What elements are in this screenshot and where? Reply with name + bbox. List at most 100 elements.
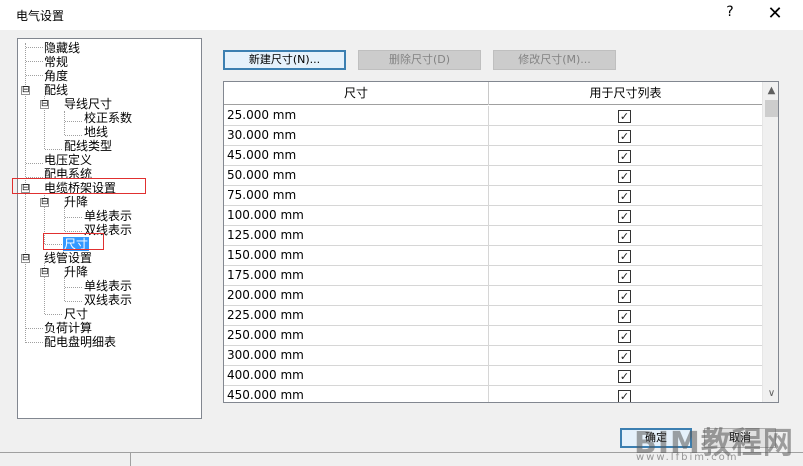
tree-item-correction-factor[interactable]: 校正系数 — [83, 111, 133, 125]
use-cell: ✓ — [489, 106, 762, 126]
tree-item-wiring[interactable]: 配线 — [43, 83, 69, 97]
table-row[interactable]: 30.000 mm ✓ — [224, 126, 762, 146]
close-button[interactable]: ✕ — [762, 2, 788, 26]
table-row[interactable]: 250.000 mm ✓ — [224, 326, 762, 346]
tree-item-panel-schedules[interactable]: 配电盘明细表 — [43, 335, 117, 349]
size-cell[interactable]: 150.000 mm — [224, 246, 489, 266]
tree-item-label: 导线尺寸 — [64, 97, 113, 111]
use-cell: ✓ — [489, 206, 762, 226]
table-row[interactable]: 150.000 mm ✓ — [224, 246, 762, 266]
table-row[interactable]: 25.000 mm ✓ — [224, 106, 762, 126]
tree-item-label: 电压定义 — [44, 153, 93, 167]
use-cell: ✓ — [489, 366, 762, 386]
table-row[interactable]: 45.000 mm ✓ — [224, 146, 762, 166]
size-cell[interactable]: 175.000 mm — [224, 266, 489, 286]
table-row[interactable]: 200.000 mm ✓ — [224, 286, 762, 306]
collapse-icon[interactable]: ⊟ — [21, 86, 30, 95]
tree-item-conduit-settings[interactable]: 线管设置 — [43, 251, 93, 265]
table-row[interactable]: 450.000 mm ✓ — [224, 386, 762, 402]
tree-item-load-calculations[interactable]: 负荷计算 — [43, 321, 93, 335]
use-cell: ✓ — [489, 226, 762, 246]
size-cell[interactable]: 300.000 mm — [224, 346, 489, 366]
scroll-down-icon[interactable]: ∨ — [763, 385, 778, 402]
collapse-icon[interactable]: ⊟ — [40, 198, 49, 207]
use-checkbox[interactable]: ✓ — [618, 190, 631, 203]
use-checkbox[interactable]: ✓ — [618, 150, 631, 163]
new-size-button[interactable]: 新建尺寸(N)... — [223, 50, 346, 70]
tree-item-two-line[interactable]: 双线表示 — [83, 293, 133, 307]
use-cell: ✓ — [489, 166, 762, 186]
tree-line — [26, 75, 43, 76]
highlight-box — [12, 178, 146, 194]
use-checkbox[interactable]: ✓ — [618, 110, 631, 123]
use-checkbox[interactable]: ✓ — [618, 310, 631, 323]
modify-size-button[interactable]: 修改尺寸(M)... — [493, 50, 616, 70]
tree-item-wire-sizes[interactable]: 导线尺寸 — [63, 97, 113, 111]
use-checkbox[interactable]: ✓ — [618, 230, 631, 243]
size-cell[interactable]: 200.000 mm — [224, 286, 489, 306]
tree-item-label: 升降 — [64, 195, 89, 209]
tree-item-single-line[interactable]: 单线表示 — [83, 279, 133, 293]
size-cell[interactable]: 450.000 mm — [224, 386, 489, 402]
use-checkbox[interactable]: ✓ — [618, 350, 631, 363]
use-checkbox[interactable]: ✓ — [618, 370, 631, 383]
tree-item-rise-drop[interactable]: 升降 — [63, 195, 89, 209]
tree-item-sizes[interactable]: 尺寸 — [63, 307, 89, 321]
size-cell[interactable]: 100.000 mm — [224, 206, 489, 226]
tree-item-ground[interactable]: 地线 — [83, 125, 109, 139]
tree-item-wiring-types[interactable]: 配线类型 — [63, 139, 113, 153]
use-checkbox[interactable]: ✓ — [618, 250, 631, 263]
use-checkbox[interactable]: ✓ — [618, 210, 631, 223]
use-checkbox[interactable]: ✓ — [618, 290, 631, 303]
tree-line — [26, 61, 43, 62]
size-cell[interactable]: 25.000 mm — [224, 106, 489, 126]
tree-item-rise-drop[interactable]: 升降 — [63, 265, 89, 279]
use-checkbox[interactable]: ✓ — [618, 330, 631, 343]
column-header-size[interactable]: 尺寸 — [224, 82, 489, 105]
use-checkbox[interactable]: ✓ — [618, 130, 631, 143]
size-cell[interactable]: 125.000 mm — [224, 226, 489, 246]
tree-item-general[interactable]: 常规 — [43, 55, 69, 69]
help-button[interactable]: ? — [722, 4, 738, 24]
tree-line — [26, 47, 43, 48]
use-cell: ✓ — [489, 266, 762, 286]
size-cell[interactable]: 225.000 mm — [224, 306, 489, 326]
use-checkbox[interactable]: ✓ — [618, 390, 631, 402]
collapse-icon[interactable]: ⊟ — [40, 268, 49, 277]
window-title: 电气设置 — [16, 9, 65, 23]
tree-item-angles[interactable]: 角度 — [43, 69, 69, 83]
table-row[interactable]: 125.000 mm ✓ — [224, 226, 762, 246]
table-row[interactable]: 175.000 mm ✓ — [224, 266, 762, 286]
tree-line — [65, 135, 82, 136]
use-checkbox[interactable]: ✓ — [618, 170, 631, 183]
size-cell[interactable]: 250.000 mm — [224, 326, 489, 346]
delete-size-button[interactable]: 删除尺寸(D) — [358, 50, 481, 70]
collapse-icon[interactable]: ⊟ — [40, 100, 49, 109]
table-row[interactable]: 50.000 mm ✓ — [224, 166, 762, 186]
table-row[interactable]: 225.000 mm ✓ — [224, 306, 762, 326]
vertical-scrollbar[interactable]: ▲ ∨ — [762, 82, 778, 402]
table-row[interactable]: 75.000 mm ✓ — [224, 186, 762, 206]
tree-item-label: 配电盘明细表 — [44, 335, 117, 349]
tree-item-single-line[interactable]: 单线表示 — [83, 209, 133, 223]
table-row[interactable]: 300.000 mm ✓ — [224, 346, 762, 366]
use-checkbox[interactable]: ✓ — [618, 270, 631, 283]
scroll-thumb[interactable] — [765, 100, 778, 117]
size-cell[interactable]: 50.000 mm — [224, 166, 489, 186]
size-cell[interactable]: 75.000 mm — [224, 186, 489, 206]
table-row[interactable]: 100.000 mm ✓ — [224, 206, 762, 226]
tree-item-label: 隐藏线 — [44, 41, 81, 55]
table-row[interactable]: 400.000 mm ✓ — [224, 366, 762, 386]
tree-item-hidden-line[interactable]: 隐藏线 — [43, 41, 81, 55]
tree-item-voltage-definitions[interactable]: 电压定义 — [43, 153, 93, 167]
sizes-grid[interactable]: 尺寸 用于尺寸列表 25.000 mm ✓ 30.000 mm ✓ 45.000 m… — [223, 81, 779, 403]
tree-item-label: 常规 — [44, 55, 69, 69]
use-cell: ✓ — [489, 146, 762, 166]
size-cell[interactable]: 45.000 mm — [224, 146, 489, 166]
collapse-icon[interactable]: ⊟ — [21, 254, 30, 263]
size-cell[interactable]: 30.000 mm — [224, 126, 489, 146]
settings-tree[interactable]: 隐藏线 常规 角度 ⊟ 配线 ⊟ 导线尺寸 校正系数 地线 配线类型 电压定义 … — [17, 38, 202, 419]
column-header-use-in-size-list[interactable]: 用于尺寸列表 — [489, 82, 762, 105]
size-cell[interactable]: 400.000 mm — [224, 366, 489, 386]
scroll-up-icon[interactable]: ▲ — [763, 82, 778, 99]
